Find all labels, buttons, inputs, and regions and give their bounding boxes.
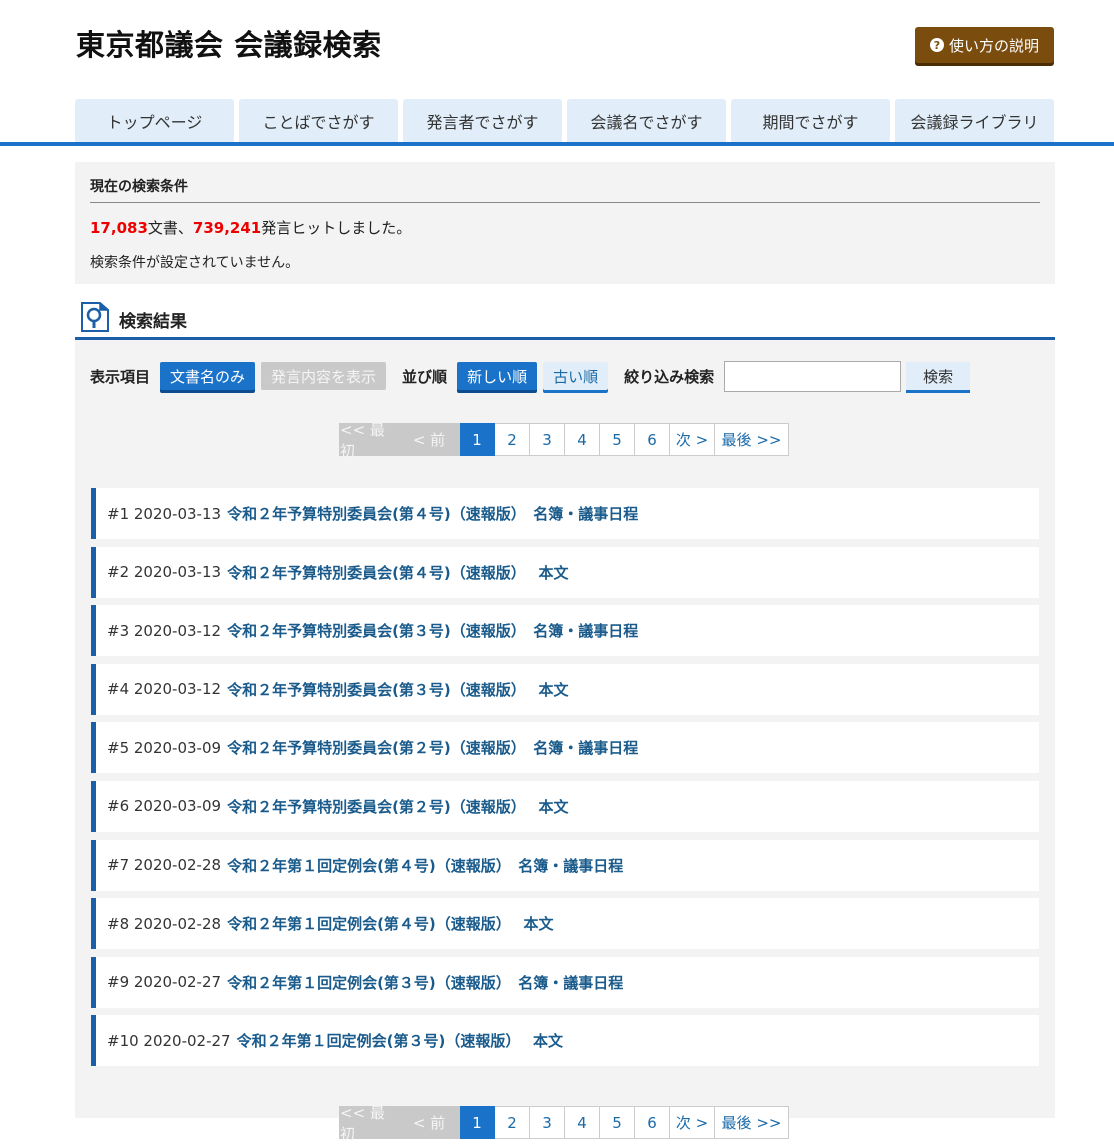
result-title-link[interactable]: 令和２年予算特別委員会(第４号)（速報版） 名簿・議事日程 — [227, 503, 638, 524]
result-meta: #2 2020-03-13 — [107, 563, 222, 582]
pager-page-4[interactable]: 4 — [565, 423, 600, 456]
pager-page-6[interactable]: 6 — [635, 423, 670, 456]
result-row[interactable]: #10 2020-02-27 令和２年第１回定例会(第３号)（速報版） 本文 — [91, 1015, 1039, 1067]
result-title-link[interactable]: 令和２年予算特別委員会(第４号)（速報版） 本文 — [227, 562, 568, 583]
result-row[interactable]: #7 2020-02-28 令和２年第１回定例会(第４号)（速報版） 名簿・議事日… — [91, 839, 1039, 891]
pager-first[interactable]: << 最初 — [339, 1104, 399, 1143]
speech-suffix: 発言ヒットしました。 — [261, 219, 412, 237]
result-title-link[interactable]: 令和２年第１回定例会(第４号)（速報版） 名簿・議事日程 — [227, 855, 623, 876]
result-title-link[interactable]: 令和２年予算特別委員会(第２号)（速報版） 名簿・議事日程 — [227, 737, 638, 758]
results-heading: 検索結果 — [75, 296, 1055, 340]
speech-count: 739,241 — [192, 219, 262, 237]
result-row[interactable]: #2 2020-03-13 令和２年予算特別委員会(第４号)（速報版） 本文 — [91, 546, 1039, 598]
site-title[interactable]: 東京都議会 会議録検索 — [76, 22, 382, 64]
result-meta: #8 2020-02-28 — [107, 914, 222, 933]
pager-page-6[interactable]: 6 — [635, 1106, 670, 1139]
result-meta: #6 2020-03-09 — [107, 797, 222, 816]
newest-first-button[interactable]: 新しい順 — [457, 362, 538, 390]
results-heading-label: 検索結果 — [119, 312, 187, 332]
pager-page-5[interactable]: 5 — [600, 423, 635, 456]
nav-tab-period[interactable]: 期間でさがす — [731, 99, 890, 142]
nav-tab-top[interactable]: トップページ — [75, 99, 234, 142]
pager-page-1[interactable]: 1 — [460, 1106, 495, 1139]
result-row[interactable]: #9 2020-02-27 令和２年第１回定例会(第３号)（速報版） 名簿・議事日… — [91, 956, 1039, 1008]
main-nav: トップページ ことばでさがす 発言者でさがす 会議名でさがす 期間でさがす 会議… — [75, 99, 1055, 142]
result-row[interactable]: #4 2020-03-12 令和２年予算特別委員会(第３号)（速報版） 本文 — [91, 663, 1039, 715]
results-panel: 表示項目 文書名のみ 発言内容を表示 並び順 新しい順 古い順 絞り込み検索 検… — [75, 340, 1055, 1143]
search-conditions-panel: 現在の検索条件 17,083文書、739,241発言ヒットしました。 検索条件が… — [75, 162, 1055, 284]
pager-last[interactable]: 最後 >> — [715, 1106, 789, 1139]
result-meta: #9 2020-02-27 — [107, 973, 222, 992]
result-row[interactable]: #5 2020-03-09 令和２年予算特別委員会(第２号)（速報版） 名簿・議事… — [91, 722, 1039, 774]
display-label: 表示項目 — [90, 367, 151, 386]
result-title-link[interactable]: 令和２年予算特別委員会(第２号)（速報版） 本文 — [227, 796, 568, 817]
question-icon: ? — [929, 38, 944, 52]
pager-page-4[interactable]: 4 — [565, 1106, 600, 1139]
result-row[interactable]: #8 2020-02-28 令和２年第１回定例会(第４号)（速報版） 本文 — [91, 898, 1039, 950]
result-row[interactable]: #3 2020-03-12 令和２年予算特別委員会(第３号)（速報版） 名簿・議事… — [91, 605, 1039, 657]
help-button[interactable]: ? 使い方の説明 — [915, 27, 1054, 63]
pager-page-3[interactable]: 3 — [530, 1106, 565, 1139]
pager-page-2[interactable]: 2 — [495, 423, 530, 456]
pagination-bottom: << 最初 < 前 1 2 3 4 5 6 次 > 最後 >> — [339, 1104, 789, 1143]
pager-next[interactable]: 次 > — [670, 423, 715, 456]
pager-next[interactable]: 次 > — [670, 1106, 715, 1139]
result-meta: #3 2020-03-12 — [107, 621, 222, 640]
oldest-first-button[interactable]: 古い順 — [543, 362, 609, 390]
hit-summary: 17,083文書、739,241発言ヒットしました。 — [90, 217, 1040, 238]
result-title-link[interactable]: 令和２年予算特別委員会(第３号)（速報版） 本文 — [227, 679, 568, 700]
doc-only-button[interactable]: 文書名のみ — [160, 362, 256, 390]
order-label: 並び順 — [402, 367, 448, 386]
result-meta: #10 2020-02-27 — [107, 1031, 231, 1050]
pager-page-5[interactable]: 5 — [600, 1106, 635, 1139]
pager-prev[interactable]: < 前 — [399, 1106, 460, 1139]
show-content-button[interactable]: 発言内容を表示 — [261, 362, 387, 390]
pager-page-1[interactable]: 1 — [460, 423, 495, 456]
results-list: #1 2020-03-13 令和２年予算特別委員会(第４号)（速報版） 名簿・議事… — [91, 488, 1039, 1074]
doc-count: 17,083 — [90, 219, 148, 237]
filter-search-input[interactable] — [724, 360, 902, 392]
nav-underline — [0, 142, 1114, 146]
site-header: 東京都議会 会議録検索 ? 使い方の説明 — [0, 0, 1114, 98]
result-meta: #4 2020-03-12 — [107, 680, 222, 699]
pager-last[interactable]: 最後 >> — [715, 423, 789, 456]
result-meta: #5 2020-03-09 — [107, 738, 222, 757]
nav-tab-keyword[interactable]: ことばでさがす — [239, 99, 398, 142]
result-row[interactable]: #6 2020-03-09 令和２年予算特別委員会(第２号)（速報版） 本文 — [91, 780, 1039, 832]
pager-prev[interactable]: < 前 — [399, 423, 460, 456]
conditions-title: 現在の検索条件 — [90, 176, 1040, 203]
filter-label: 絞り込み検索 — [624, 367, 715, 386]
nav-tab-library[interactable]: 会議録ライブラリ — [895, 99, 1054, 142]
result-title-link[interactable]: 令和２年第１回定例会(第３号)（速報版） 本文 — [237, 1030, 563, 1051]
result-meta: #1 2020-03-13 — [107, 504, 222, 523]
results-toolbar: 表示項目 文書名のみ 発言内容を表示 並び順 新しい順 古い順 絞り込み検索 検… — [90, 360, 971, 392]
pager-page-3[interactable]: 3 — [530, 423, 565, 456]
nav-tab-meeting[interactable]: 会議名でさがす — [567, 99, 726, 142]
pager-page-2[interactable]: 2 — [495, 1106, 530, 1139]
pager-first[interactable]: << 最初 — [339, 421, 399, 460]
search-results-icon — [81, 302, 109, 332]
help-button-label: 使い方の説明 — [948, 36, 1039, 55]
result-meta: #7 2020-02-28 — [107, 856, 222, 875]
no-conditions-text: 検索条件が設定されていません。 — [90, 255, 300, 271]
filter-search-button[interactable]: 検索 — [906, 362, 971, 390]
doc-suffix: 文書、 — [147, 219, 193, 237]
result-title-link[interactable]: 令和２年予算特別委員会(第３号)（速報版） 名簿・議事日程 — [227, 620, 638, 641]
nav-tab-speaker[interactable]: 発言者でさがす — [403, 99, 562, 142]
pagination-top: << 最初 < 前 1 2 3 4 5 6 次 > 最後 >> — [339, 421, 789, 460]
result-title-link[interactable]: 令和２年第１回定例会(第３号)（速報版） 名簿・議事日程 — [227, 972, 623, 993]
result-title-link[interactable]: 令和２年第１回定例会(第４号)（速報版） 本文 — [227, 913, 553, 934]
result-row[interactable]: #1 2020-03-13 令和２年予算特別委員会(第４号)（速報版） 名簿・議事… — [91, 488, 1039, 539]
